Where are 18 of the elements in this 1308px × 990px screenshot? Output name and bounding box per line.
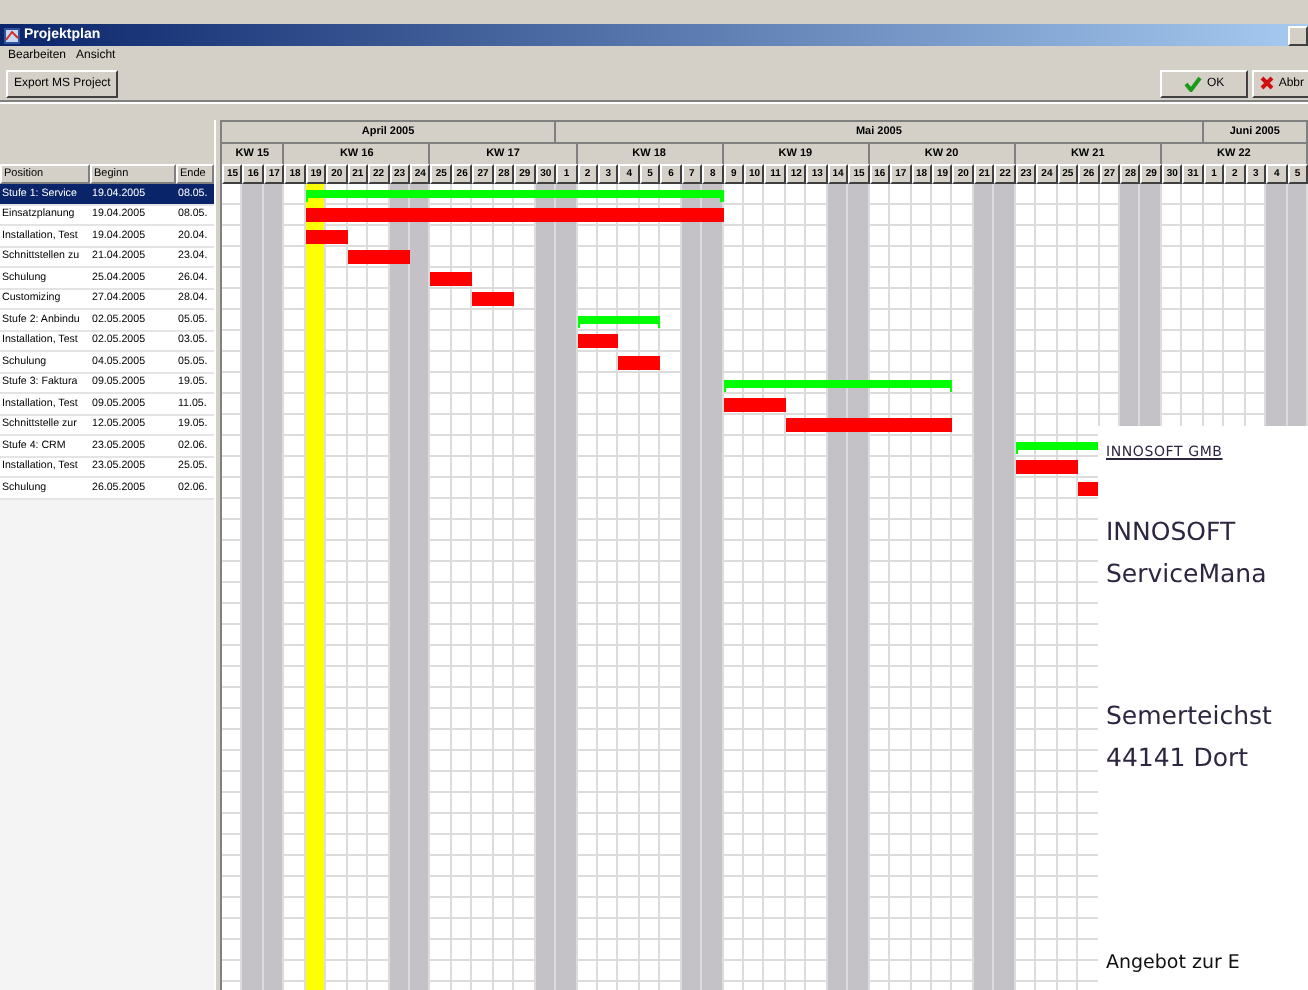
task-bar[interactable] [430, 271, 473, 286]
task-bar[interactable] [347, 250, 410, 265]
product-name: ServiceMana [1106, 558, 1269, 590]
company-name: INNOSOFT [1106, 516, 1238, 548]
task-bar[interactable] [472, 292, 515, 307]
street-address: Semerteichst [1106, 700, 1274, 732]
minimize-button[interactable] [1288, 25, 1308, 45]
checkmark-icon [1184, 75, 1203, 91]
task-bar[interactable] [785, 418, 953, 433]
task-bar[interactable] [1015, 460, 1079, 475]
close-icon [1260, 76, 1275, 90]
document-subject: Angebot zur E [1106, 952, 1242, 974]
task-bar[interactable] [618, 355, 661, 370]
task-bar[interactable] [305, 208, 724, 223]
city-address: 44141 Dort [1106, 742, 1251, 774]
task-bar[interactable] [577, 334, 619, 349]
window-icon [4, 27, 20, 43]
task-bar[interactable] [723, 397, 786, 412]
